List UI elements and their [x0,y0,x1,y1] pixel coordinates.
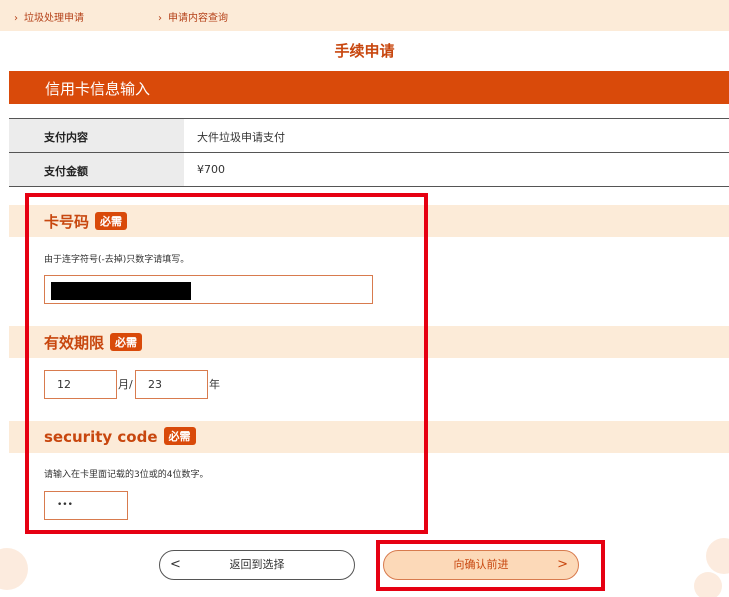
next-button-label: 向确认前进 [453,558,509,571]
back-button-label: 返回到选择 [229,558,285,571]
page-title: 手续申请 [334,42,395,60]
chevron-right-icon: › [14,13,18,24]
section-title: 信用卡信息输入 [45,80,151,98]
payment-amount-label: 支付金额 [9,153,184,186]
back-to-selection-button[interactable]: < 返回到选择 [159,550,355,580]
proceed-to-confirm-button[interactable]: 向确认前进 > [383,550,579,580]
decor-blob [694,572,722,597]
section-header: 信用卡信息输入 [9,71,729,104]
breadcrumb-item-request-query[interactable]: › 申请内容查询 [158,9,228,24]
payment-content-label: 支付内容 [9,119,184,152]
payment-amount-value: ¥700 [197,163,225,176]
payment-summary-table: 支付内容 大件垃圾申请支付 支付金额 ¥700 [9,118,729,187]
payment-content-value: 大件垃圾申请支付 [197,131,285,144]
form-highlight-box [25,193,428,534]
chevron-right-icon: > [557,557,568,572]
breadcrumb-label: 垃圾处理申请 [24,13,84,24]
breadcrumb-item-garbage-request[interactable]: › 垃圾处理申请 [14,9,84,24]
chevron-left-icon: < [170,557,181,572]
breadcrumb: › 垃圾处理申请 › 申请内容查询 [0,0,729,31]
table-row: 支付金额 ¥700 [9,153,729,187]
chevron-right-icon: › [158,13,162,24]
decor-blob [0,548,28,590]
table-row: 支付内容 大件垃圾申请支付 [9,119,729,153]
breadcrumb-label: 申请内容查询 [168,13,228,24]
decor-blob [706,538,729,574]
